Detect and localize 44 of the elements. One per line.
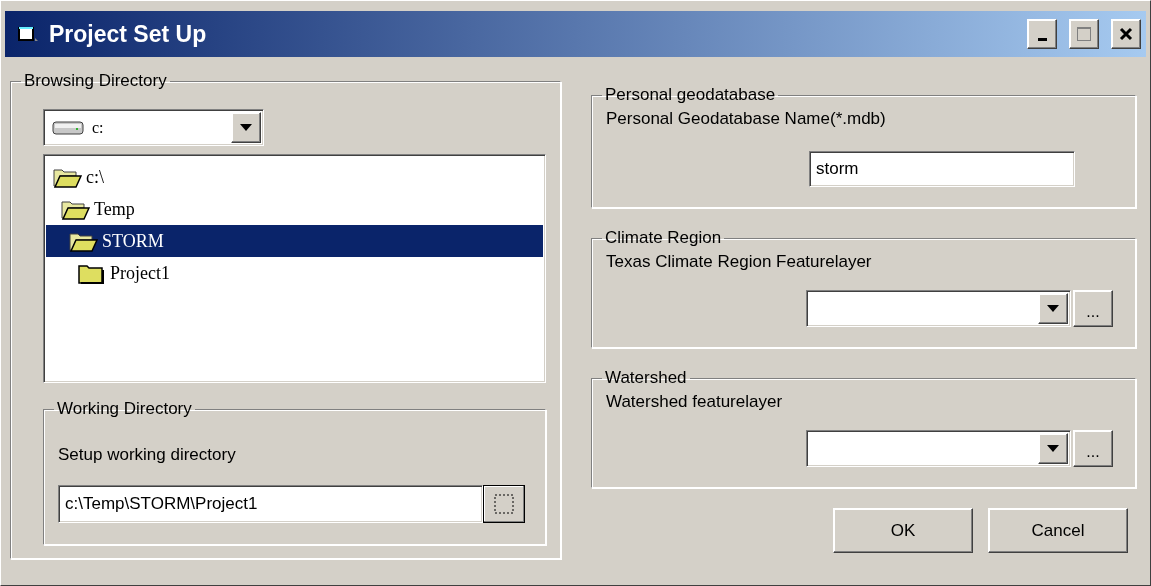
folder-tree-item[interactable]: Temp bbox=[46, 193, 543, 225]
field-label: Personal Geodatabase Name(*.mdb) bbox=[606, 109, 887, 129]
dialog-button[interactable]: Cancel bbox=[988, 508, 1128, 553]
group-title: Personal geodatabase bbox=[604, 85, 777, 105]
maximize-icon bbox=[1076, 26, 1092, 42]
group-title: Working Directory bbox=[56, 399, 193, 419]
dropdown-arrow-icon bbox=[240, 124, 252, 131]
field-label: Texas Climate Region Featurelayer bbox=[606, 252, 873, 272]
group-title: Browsing Directory bbox=[23, 71, 168, 91]
directory-field[interactable]: c:\Temp\STORM\Project1 bbox=[58, 485, 483, 523]
open-folder-icon bbox=[52, 166, 82, 188]
drive-value: c: bbox=[92, 118, 104, 137]
dropdown-button[interactable] bbox=[231, 112, 261, 143]
geodatabase-name-field[interactable]: storm bbox=[809, 151, 1075, 187]
window-title: Project Set Up bbox=[49, 20, 208, 48]
minimize-icon bbox=[1037, 37, 1047, 41]
dropdown-button[interactable] bbox=[1038, 433, 1068, 464]
dropdown-button[interactable] bbox=[1038, 293, 1068, 324]
close-icon bbox=[1119, 27, 1133, 41]
minimize-button[interactable] bbox=[1027, 19, 1057, 49]
open-folder-icon bbox=[68, 230, 98, 252]
drive-icon bbox=[52, 119, 86, 136]
folder-tree-item[interactable]: STORM bbox=[46, 225, 543, 257]
close-button[interactable] bbox=[1111, 19, 1141, 49]
folder-icon bbox=[76, 262, 106, 284]
group-title: Watershed bbox=[604, 368, 688, 388]
browse-button[interactable]: ... bbox=[1073, 430, 1113, 467]
folder-tree-item[interactable]: Project1 bbox=[46, 257, 543, 289]
browse-button[interactable]: ... bbox=[1073, 290, 1113, 327]
dialog-button[interactable]: OK bbox=[833, 508, 973, 553]
dropdown-arrow-icon bbox=[1047, 445, 1059, 452]
open-folder-icon bbox=[60, 198, 90, 220]
dropdown-arrow-icon bbox=[1047, 305, 1059, 312]
group-title: Climate Region bbox=[604, 228, 723, 248]
field-label: Watershed featurelayer bbox=[606, 392, 784, 412]
folder-tree-item[interactable]: c:\ bbox=[46, 161, 543, 193]
field-label: Setup working directory bbox=[58, 445, 237, 465]
window-icon bbox=[17, 24, 39, 44]
browse-button[interactable] bbox=[483, 485, 525, 523]
dropdown-field[interactable]: c: bbox=[43, 109, 264, 146]
dropdown-field[interactable] bbox=[806, 430, 1071, 467]
dotted-square-icon bbox=[493, 493, 515, 515]
dropdown-field[interactable] bbox=[806, 290, 1071, 327]
folder-tree[interactable]: c:\ Temp STORM Project1 bbox=[43, 154, 546, 383]
